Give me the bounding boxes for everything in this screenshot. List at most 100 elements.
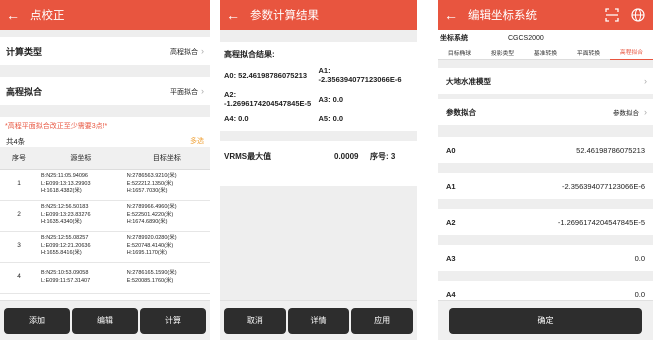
param-grid: A0: 52.46198786075213 A1: -2.35639407712… [220,66,417,123]
point-calibration-screen: ← 点校正 计算类型 高程拟合 › 高程拟合 平面拟合 › *高程平面拟合改正至少需… [0,0,210,340]
table-row[interactable]: 1 B:N25:11:05.94096 L:E099:13:13.29903 H:16… [0,169,210,201]
apply-button[interactable]: 应用 [351,307,414,334]
back-arrow-icon[interactable]: ← [440,7,462,23]
src-coord-line: H:1618.4382(米) [41,188,82,195]
vrms-seq: 序号: 3 [370,151,396,161]
row-index: 1 [0,169,38,201]
back-arrow-icon[interactable]: ← [222,7,244,23]
source-coord-cell: B:N25:12:56.50183 L:E099:13:23.83276 H:163… [38,200,124,232]
globe-icon[interactable] [631,8,645,22]
param-row-a3[interactable]: A3 0.0 [438,245,653,271]
multi-select-link[interactable]: 多选 [190,136,204,146]
table-row[interactable]: 3 B:N25:12:55.08257 L:E099:12:21.20636 H:16… [0,231,210,263]
param-fit-row[interactable]: 参数拟合 参数拟合 › [438,99,653,125]
title-bar: ← 参数计算结果 [220,0,417,30]
coord-system-line: 坐标系统 CGCS2000 [438,30,653,46]
param-key: A1 [446,181,456,191]
geoid-model-label: 大地水准模型 [446,76,491,86]
vrms-row: VRMS最大值 0.0009 序号: 3 [220,141,417,171]
button-bar: 取消 详情 应用 [220,300,417,340]
param-value: -1.2696174204547845E-5 [557,217,645,227]
param-a1: A1: -2.356394077123066E-6 [318,66,402,84]
param-row-a0[interactable]: A0 52.46198786075213 [438,137,653,163]
calc-type-row[interactable]: 计算类型 高程拟合 › [0,37,210,65]
src-coord-line: B:N25:11:05.94096 [41,173,88,180]
back-arrow-icon[interactable]: ← [2,7,24,23]
tab-datum-transform[interactable]: 基准转换 [524,48,567,57]
cancel-button[interactable]: 取消 [224,307,286,334]
dst-coord-line: H:1695.1170(米) [126,250,168,257]
table-row[interactable]: 2 B:N25:12:56.50183 L:E099:13:23.83276 H:16… [0,200,210,232]
calc-type-value: 高程拟合 [170,48,198,56]
confirm-button[interactable]: 确定 [449,307,642,334]
dst-coord-line: N:2786165.1590(米) [126,270,177,277]
row-index: 2 [0,200,38,232]
param-a4: A4: 0.0 [224,114,249,123]
tab-elevation-fit[interactable]: 高程拟合 [610,46,653,60]
param-result-screen: ← 参数计算结果 高程拟合结果: A0: 52.46198786075213 A… [220,0,417,340]
param-a5: A5: 0.0 [318,114,344,123]
edit-button[interactable]: 编辑 [72,307,138,334]
col-header-dst: 目标坐标 [123,147,210,170]
elev-fit-label: 高程拟合 [6,86,43,97]
button-bar: 添加 编辑 计算 [0,300,210,340]
src-coord-line: B:N25:12:55.08257 [41,235,89,242]
dst-coord-line: N:2786563.9210(米) [126,173,177,180]
dst-coord-line: N:2789920.0280(米) [126,235,177,242]
target-coord-cell: N:2789966.4960(米) E:522501.4220(米) H:1674.… [123,200,210,232]
param-fit-label: 参数拟合 [446,107,476,117]
source-coord-cell: B:N25:11:05.94096 L:E099:13:13.29903 H:161… [38,169,124,201]
details-button[interactable]: 详情 [287,307,350,334]
param-fit-value: 参数拟合 [613,110,639,117]
param-key: A2 [446,217,456,227]
page-title: 参数计算结果 [250,10,319,22]
target-coord-cell: N:2786165.1590(米) E:520085.1760(米) [123,262,210,294]
add-button[interactable]: 添加 [4,307,70,334]
src-coord-line: B:N25:10:53.09058 [41,270,89,277]
coord-system-value: CGCS2000 [508,34,544,42]
param-value: -2.356394077123066E-6 [562,181,645,191]
chevron-right-icon: › [201,85,204,96]
param-row-a1[interactable]: A1 -2.356394077123066E-6 [438,173,653,199]
calc-type-label: 计算类型 [6,46,43,57]
hint-text: *高程平面拟合改正至少需要3点!* [5,123,108,130]
param-key: A0 [446,145,456,155]
coord-system-label: 坐标系统 [440,35,468,42]
dst-coord-line: H:1674.6890(米) [126,219,168,226]
param-value: 0.0 [634,253,645,263]
chevron-right-icon: › [644,76,647,86]
source-coord-cell: B:N25:12:55.08257 L:E099:12:21.20636 H:165… [38,231,124,263]
button-bar: 确定 [438,300,653,340]
src-coord-line: H:1655.8416(米) [41,250,82,257]
page-title: 编辑坐标系统 [468,10,537,22]
src-coord-line: H:1635.4340(米) [41,219,82,226]
title-bar: ← 编辑坐标系统 [438,0,653,30]
tab-projection[interactable]: 投影类型 [481,48,524,57]
chevron-right-icon: › [201,45,204,56]
geoid-model-row[interactable]: 大地水准模型 › [438,68,653,94]
table-row[interactable]: 4 B:N25:10:53.09058 L:E099:11:57.31407 N:27… [0,262,210,294]
target-coord-cell: N:2786563.9210(米) E:522212.1350(米) H:1657.… [123,169,210,201]
result-subtitle: 高程拟合结果: [224,50,275,59]
scan-icon[interactable] [605,8,619,22]
elev-fit-row[interactable]: 高程拟合 平面拟合 › [0,77,210,105]
vrms-label: VRMS最大值 [224,151,272,161]
target-coord-cell: N:2789920.0280(米) E:520748.4140(米) H:1695.… [123,231,210,263]
tab-plane-transform[interactable]: 平面转换 [567,48,610,57]
row-index: 3 [0,231,38,263]
vrms-value: 0.0009 [334,151,359,161]
tab-bar: 目标椭球 投影类型 基准转换 平面转换 高程拟合 [438,46,653,60]
chevron-right-icon: › [644,107,647,117]
calculate-button[interactable]: 计算 [140,307,206,334]
dst-coord-line: E:520085.1760(米) [126,277,174,284]
param-value: 52.46198786075213 [576,145,645,155]
param-row-a2[interactable]: A2 -1.2696174204547845E-5 [438,209,653,235]
row-index: 4 [0,262,38,294]
page-title: 点校正 [30,10,65,22]
src-coord-line: B:N25:12:56.50183 [41,204,89,211]
edit-coord-system-screen: ← 编辑坐标系统 坐标系统 CGCS2000 目标椭球 投影类型 基准转换 平面… [438,0,653,340]
dst-coord-line: N:2789966.4960(米) [126,204,177,211]
title-bar: ← 点校正 [0,0,210,30]
tab-target-ellipsoid[interactable]: 目标椭球 [438,48,481,57]
param-key: A3 [446,253,456,263]
